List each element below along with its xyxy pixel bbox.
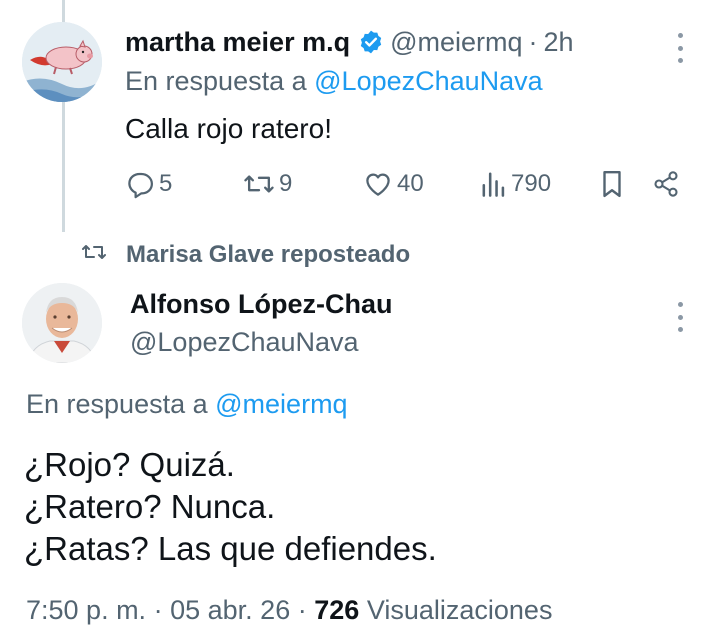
repost-button[interactable]: 9 xyxy=(243,166,292,202)
tweet-text: ¿Rojo? Quizá. ¿Ratero? Nunca. ¿Ratas? La… xyxy=(24,444,437,570)
reply-prefix: En respuesta a xyxy=(125,66,307,96)
verified-badge-icon xyxy=(358,29,384,55)
bookmark-button[interactable] xyxy=(599,166,625,202)
like-count: 40 xyxy=(397,170,424,197)
tweet-actions: 5 9 40 790 xyxy=(125,166,685,202)
author-handle[interactable]: @meiermq xyxy=(390,27,522,58)
tweet-text-line: ¿Ratero? Nunca. xyxy=(24,488,276,525)
avatar[interactable] xyxy=(22,22,102,102)
reply-prefix: En respuesta a xyxy=(26,389,208,419)
like-icon xyxy=(363,169,393,199)
author-handle[interactable]: @LopezChauNava xyxy=(130,324,359,360)
repost-count: 9 xyxy=(279,170,293,197)
share-icon xyxy=(652,170,680,198)
bookmark-icon xyxy=(599,169,625,199)
reply-icon xyxy=(125,169,155,199)
tweet-header: martha meier m.q @meiermq · 2h xyxy=(125,24,574,60)
tweet-metadata: 7:50 p. m. · 05 abr. 26 · 726 Visualizac… xyxy=(26,591,552,629)
separator: · xyxy=(153,595,163,625)
share-button[interactable] xyxy=(652,166,680,202)
views-count: 790 xyxy=(511,170,552,197)
repost-icon xyxy=(243,169,275,199)
tweet-date[interactable]: 05 abr. 26 xyxy=(170,595,290,625)
views-button[interactable]: 790 xyxy=(481,166,551,202)
author-name[interactable]: Alfonso López-Chau xyxy=(130,286,392,322)
profile-photo-image xyxy=(22,283,102,363)
views-icon xyxy=(481,170,507,198)
more-options-icon[interactable] xyxy=(670,302,690,332)
reply-count: 5 xyxy=(159,170,173,197)
reply-mention-link[interactable]: @meiermq xyxy=(215,389,347,419)
author-name[interactable]: martha meier m.q xyxy=(125,27,350,58)
flying-pig-avatar-image xyxy=(22,22,102,102)
repost-icon xyxy=(80,240,126,271)
tweet-text: Calla rojo ratero! xyxy=(125,113,332,144)
separator: · xyxy=(528,26,538,57)
repost-banner-text[interactable]: Marisa Glave reposteado xyxy=(126,241,410,269)
more-options-icon[interactable] xyxy=(670,33,690,63)
tweet-text-line: ¿Ratas? Las que defiendes. xyxy=(24,530,437,567)
reply-context: En respuesta a @LopezChauNava xyxy=(125,66,543,102)
views-label[interactable]: Visualizaciones xyxy=(367,595,553,625)
reply-mention-link[interactable]: @LopezChauNava xyxy=(314,66,543,96)
timestamp[interactable]: 2h xyxy=(544,27,574,58)
avatar[interactable] xyxy=(22,283,102,363)
tweet-text-line: ¿Rojo? Quizá. xyxy=(24,446,235,483)
reply-context: En respuesta a @meiermq xyxy=(26,386,348,422)
tweet-time[interactable]: 7:50 p. m. xyxy=(26,595,146,625)
like-button[interactable]: 40 xyxy=(363,166,424,202)
views-count[interactable]: 726 xyxy=(314,595,359,625)
reply-button[interactable]: 5 xyxy=(125,166,172,202)
repost-banner: Marisa Glave reposteado xyxy=(80,238,410,272)
separator: · xyxy=(297,595,307,625)
